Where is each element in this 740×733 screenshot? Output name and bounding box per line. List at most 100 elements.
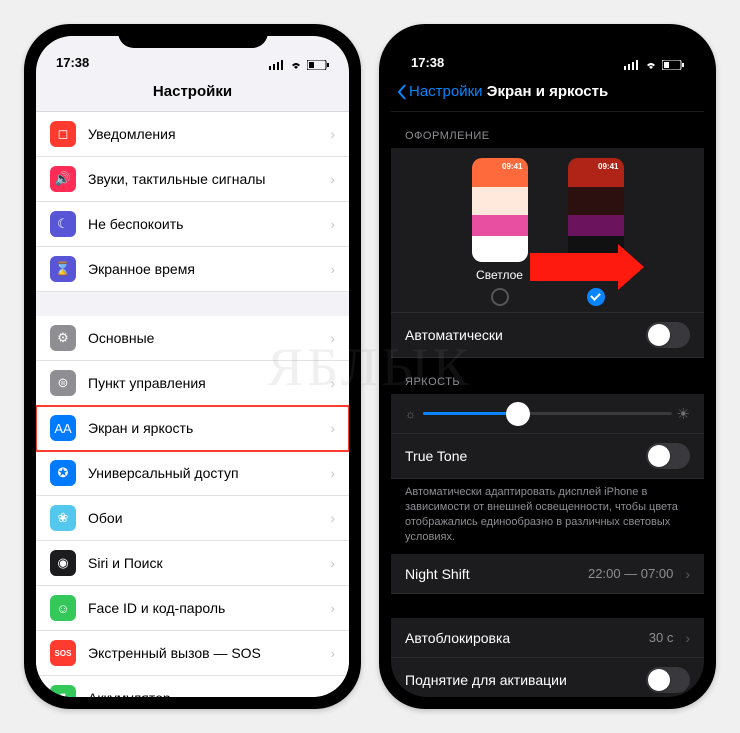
settings-row[interactable]: ◻︎ Уведомления ›: [36, 112, 349, 157]
night-shift-value: 22:00 — 07:00: [588, 566, 673, 581]
page-title: Экран и яркость: [487, 83, 608, 100]
night-shift-row[interactable]: Night Shift 22:00 — 07:00 ›: [391, 554, 704, 594]
row-icon: ⚙︎: [50, 325, 76, 351]
signal-icon: [269, 60, 285, 70]
row-icon: AA: [50, 415, 76, 441]
night-shift-label: Night Shift: [405, 566, 576, 582]
raise-wake-toggle[interactable]: [646, 667, 690, 693]
phone-left: 17:38 Настройки ◻︎ Уведомления › 🔊 Звуки, та…: [24, 24, 361, 709]
sun-low-icon: ☼: [405, 407, 416, 421]
appearance-header: ОФОРМЛЕНИЕ: [391, 112, 704, 148]
automatic-toggle[interactable]: [646, 322, 690, 348]
row-icon: ▮: [50, 685, 76, 697]
settings-row[interactable]: 🔊 Звуки, тактильные сигналы ›: [36, 157, 349, 202]
appearance-picker: 09:41 Светлое 09:41 Темное: [391, 148, 704, 312]
row-label: Face ID и код-пароль: [88, 600, 318, 616]
row-label: Экранное время: [88, 261, 318, 277]
chevron-right-icon: ›: [685, 566, 690, 582]
row-label: Основные: [88, 330, 318, 346]
chevron-right-icon: ›: [330, 600, 335, 616]
row-label: Уведомления: [88, 126, 318, 142]
wifi-icon: [644, 60, 658, 70]
row-label: Пункт управления: [88, 375, 318, 391]
row-label: Не беспокоить: [88, 216, 318, 232]
chevron-right-icon: ›: [330, 126, 335, 142]
annotation-arrow: [530, 253, 620, 281]
chevron-right-icon: ›: [330, 171, 335, 187]
brightness-slider[interactable]: ☼ ☀: [423, 412, 672, 415]
settings-row[interactable]: ⊜Пункт управления›: [36, 361, 349, 406]
chevron-right-icon: ›: [330, 261, 335, 277]
true-tone-row[interactable]: True Tone: [391, 434, 704, 479]
row-icon: ⌛: [50, 256, 76, 282]
chevron-right-icon: ›: [330, 216, 335, 232]
true-tone-label: True Tone: [405, 448, 634, 464]
autolock-row[interactable]: Автоблокировка 30 с ›: [391, 618, 704, 658]
chevron-right-icon: ›: [685, 630, 690, 646]
chevron-right-icon: ›: [330, 510, 335, 526]
settings-row[interactable]: ▮ Аккумулятор ›: [36, 676, 349, 697]
navbar-settings: Настройки: [36, 72, 349, 112]
row-label: Аккумулятор: [88, 690, 318, 697]
settings-row[interactable]: ☾ Не беспокоить ›: [36, 202, 349, 247]
display-settings[interactable]: ОФОРМЛЕНИЕ 09:41 Светлое 09:41 Темное: [391, 112, 704, 697]
raise-wake-label: Поднятие для активации: [405, 672, 634, 688]
chevron-right-icon: ›: [330, 465, 335, 481]
back-button[interactable]: Настройки: [397, 72, 483, 111]
true-tone-toggle[interactable]: [646, 443, 690, 469]
row-label: Обои: [88, 510, 318, 526]
true-tone-desc: Автоматически адаптировать дисплей iPhon…: [391, 479, 704, 554]
status-icons: [624, 60, 684, 70]
settings-row[interactable]: SOSЭкстренный вызов — SOS›: [36, 631, 349, 676]
row-icon: 🔊: [50, 166, 76, 192]
phone-right: 17:38 Настройки Экран и яркость ОФОРМЛЕН…: [379, 24, 716, 709]
settings-row[interactable]: AA Экран и яркость ›: [36, 406, 349, 451]
autolock-value: 30 с: [649, 630, 674, 645]
chevron-left-icon: [397, 84, 407, 100]
automatic-row[interactable]: Автоматически: [391, 313, 704, 358]
dark-radio[interactable]: [587, 288, 605, 306]
appearance-dark-option[interactable]: 09:41 Темное: [568, 158, 624, 306]
status-time: 17:38: [56, 55, 89, 70]
settings-list[interactable]: ◻︎ Уведомления › 🔊 Звуки, тактильные сигналы…: [36, 112, 349, 697]
row-icon: ☾: [50, 211, 76, 237]
notch: [118, 24, 268, 48]
chevron-right-icon: ›: [330, 375, 335, 391]
settings-row[interactable]: ◉ Siri и Поиск ›: [36, 541, 349, 586]
row-label: Экран и яркость: [88, 420, 318, 436]
light-preview: 09:41: [472, 158, 528, 262]
chevron-right-icon: ›: [330, 690, 335, 697]
settings-row[interactable]: ✪Универсальный доступ›: [36, 451, 349, 496]
settings-row[interactable]: ⌛ Экранное время ›: [36, 247, 349, 292]
row-icon: ☺︎: [50, 595, 76, 621]
chevron-right-icon: ›: [330, 330, 335, 346]
chevron-right-icon: ›: [330, 645, 335, 661]
battery-icon: [662, 60, 684, 70]
dark-preview: 09:41: [568, 158, 624, 262]
sun-high-icon: ☀: [677, 405, 690, 423]
status-time: 17:38: [411, 55, 444, 70]
row-icon: ❀: [50, 505, 76, 531]
raise-to-wake-row[interactable]: Поднятие для активации: [391, 658, 704, 697]
row-icon: ◻︎: [50, 121, 76, 147]
appearance-light-option[interactable]: 09:41 Светлое: [472, 158, 528, 306]
row-icon: ◉: [50, 550, 76, 576]
brightness-header: ЯРКОСТЬ: [391, 358, 704, 394]
screen-display: 17:38 Настройки Экран и яркость ОФОРМЛЕН…: [391, 36, 704, 697]
light-radio[interactable]: [491, 288, 509, 306]
automatic-label: Автоматически: [405, 327, 634, 343]
settings-row[interactable]: ⚙︎ Основные ›: [36, 316, 349, 361]
chevron-right-icon: ›: [330, 420, 335, 436]
chevron-right-icon: ›: [330, 555, 335, 571]
autolock-label: Автоблокировка: [405, 630, 637, 646]
brightness-thumb[interactable]: [506, 402, 530, 426]
screen-settings: 17:38 Настройки ◻︎ Уведомления › 🔊 Звуки, та…: [36, 36, 349, 697]
row-label: Звуки, тактильные сигналы: [88, 171, 318, 187]
status-icons: [269, 60, 329, 70]
signal-icon: [624, 60, 640, 70]
page-title: Настройки: [153, 83, 232, 100]
row-label: Siri и Поиск: [88, 555, 318, 571]
settings-row[interactable]: ☺︎ Face ID и код-пароль ›: [36, 586, 349, 631]
settings-row[interactable]: ❀ Обои ›: [36, 496, 349, 541]
back-label: Настройки: [409, 83, 483, 100]
